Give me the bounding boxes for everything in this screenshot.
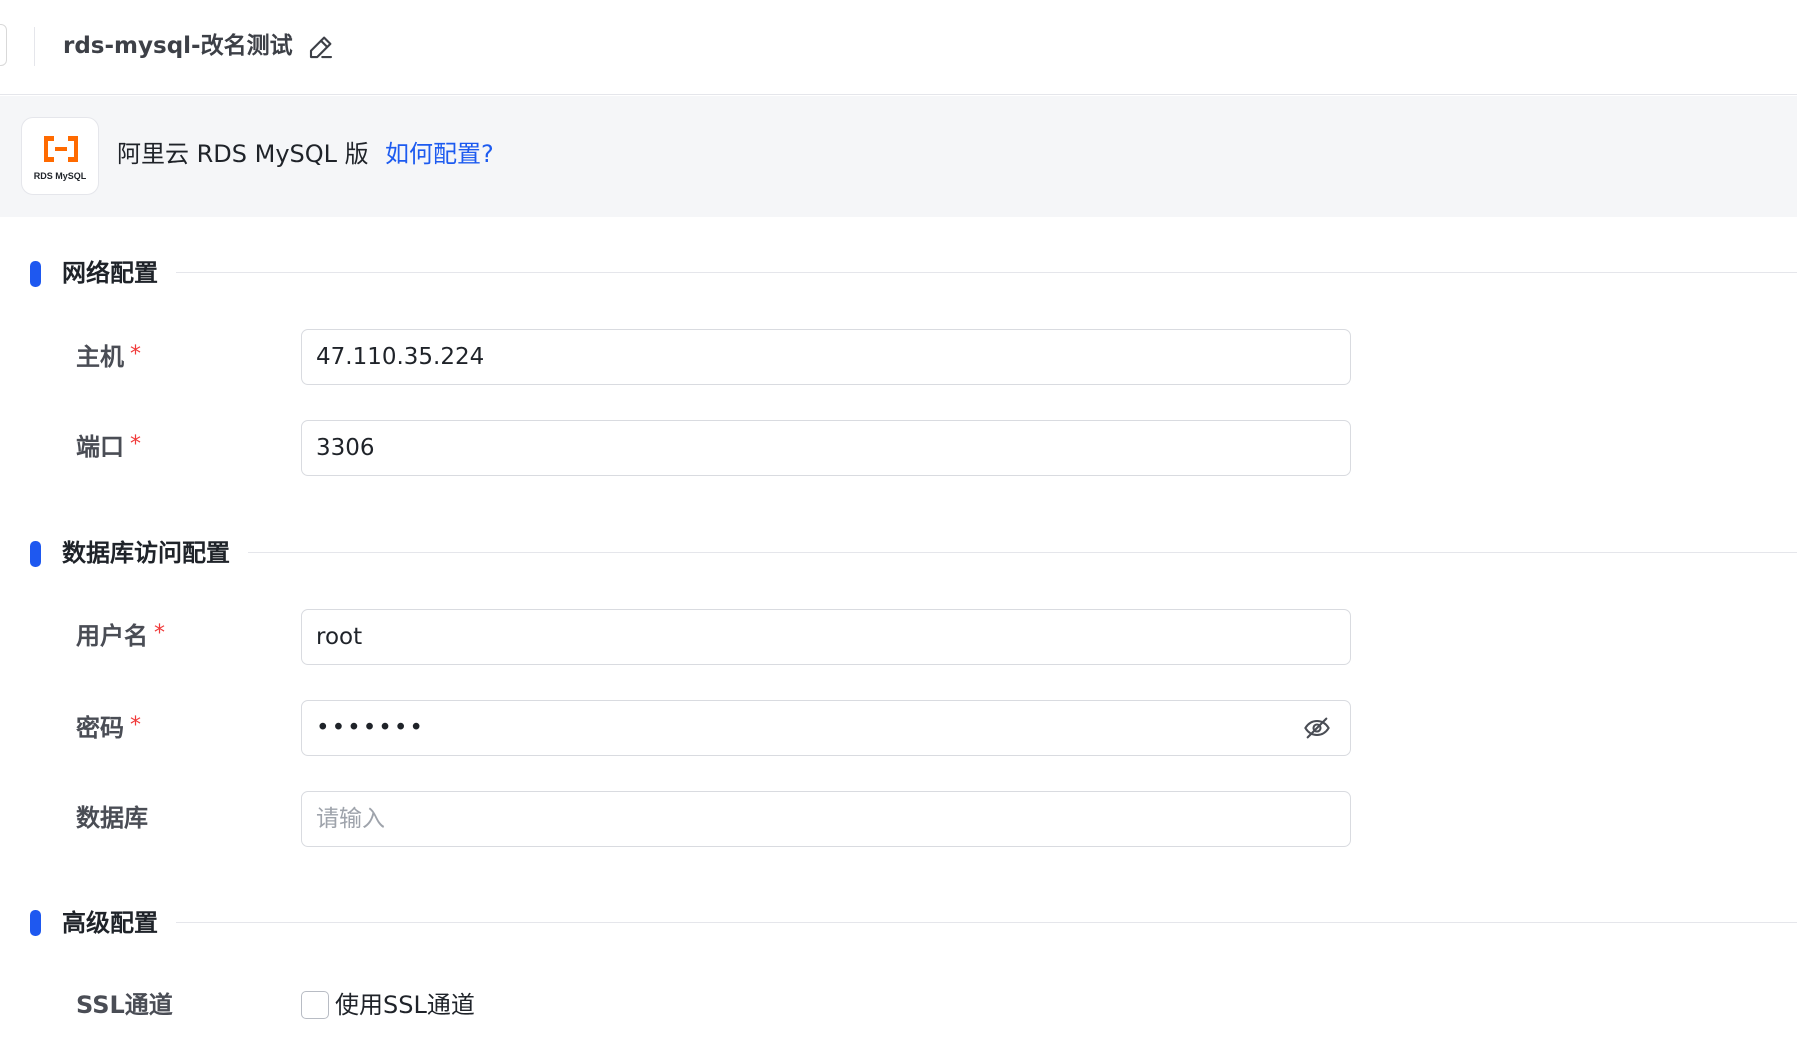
section-marker (30, 541, 41, 567)
datasource-banner: RDS MySQL 阿里云 RDS MySQL 版 如何配置? (0, 96, 1797, 217)
section-title-advanced: 高级配置 (62, 909, 158, 937)
section-title-database-access: 数据库访问配置 (62, 539, 230, 567)
how-to-configure-link[interactable]: 如何配置? (385, 138, 494, 170)
page-header: rds-mysql-改名测试 (0, 0, 1797, 95)
required-marker: * (154, 621, 165, 646)
page-title: rds-mysql-改名测试 (63, 33, 293, 59)
password-field (301, 700, 1351, 756)
database-label: 数据库 (76, 804, 148, 832)
section-title-network: 网络配置 (62, 259, 158, 287)
password-label: 密码 * (76, 713, 141, 742)
ssl-label: SSL通道 (76, 991, 173, 1019)
username-label: 用户名 * (76, 621, 165, 650)
host-input[interactable] (301, 329, 1351, 385)
eye-off-icon[interactable] (1303, 714, 1331, 742)
back-button[interactable] (0, 24, 7, 66)
alibaba-cloud-logo-icon (44, 136, 78, 162)
rds-mysql-logo: RDS MySQL (21, 117, 99, 195)
password-input[interactable] (301, 700, 1351, 756)
section-divider (176, 922, 1797, 923)
section-marker (30, 910, 41, 936)
datasource-name: 阿里云 RDS MySQL 版 (117, 140, 369, 168)
section-divider (176, 272, 1797, 273)
required-marker: * (130, 342, 141, 367)
username-input[interactable] (301, 609, 1351, 665)
section-marker (30, 261, 41, 287)
database-input[interactable] (301, 791, 1351, 847)
ssl-checkbox-label[interactable]: 使用SSL通道 (335, 989, 475, 1021)
logo-text: RDS MySQL (33, 171, 87, 181)
header-divider (34, 27, 35, 66)
required-marker: * (130, 713, 141, 738)
section-divider (248, 552, 1797, 553)
edit-icon[interactable] (306, 32, 336, 62)
port-input[interactable] (301, 420, 1351, 476)
port-label: 端口 * (76, 432, 141, 461)
host-label: 主机 * (76, 342, 141, 371)
required-marker: * (130, 432, 141, 457)
ssl-checkbox[interactable] (301, 991, 329, 1019)
